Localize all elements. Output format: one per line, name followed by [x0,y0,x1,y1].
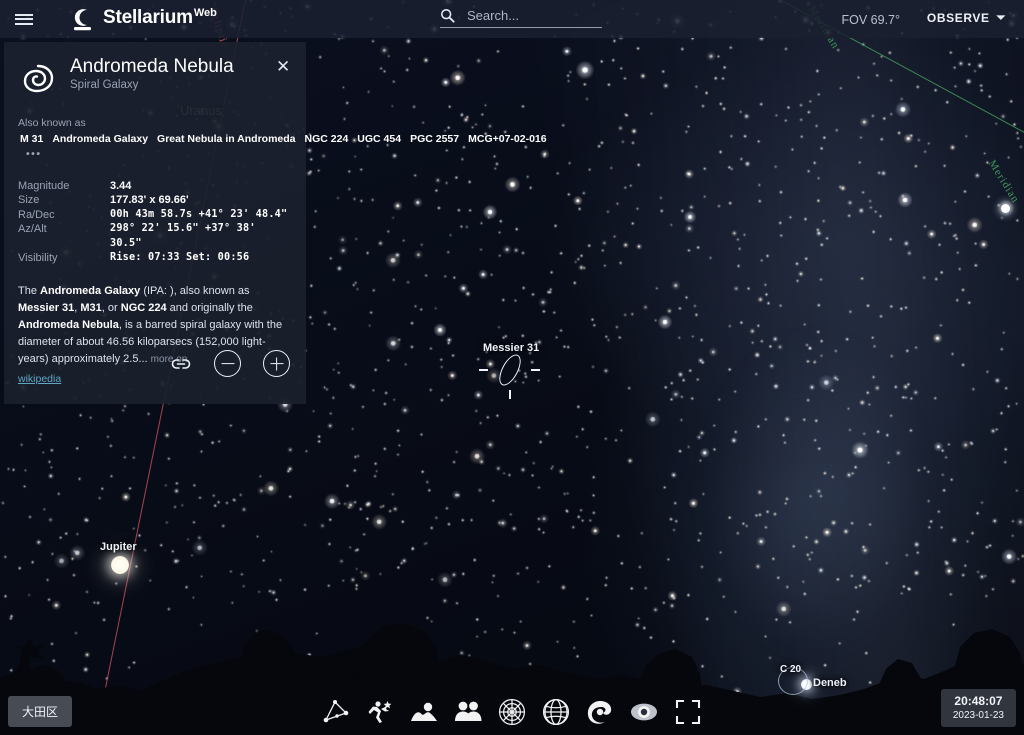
alias-list: M 31 Andromeda Galaxy Great Nebula in Andr… [18,133,554,145]
bright-star [1001,204,1010,213]
property-key: Ra/Dec [18,208,55,221]
search-input[interactable] [467,8,587,23]
spiral-galaxy-icon [23,64,54,93]
object-title: Andromeda Nebula [70,56,234,77]
alias-name: Andromeda Galaxy [52,132,149,145]
jupiter-body[interactable] [111,556,129,574]
datetime-button[interactable]: 20:48:07 2023-01-23 [940,689,1016,727]
wikipedia-link[interactable]: wikipedia [18,371,61,388]
alias-name: MCG+07-02-016 [468,132,547,145]
search-icon [440,8,455,23]
property-row: Az/Alt 298° 22' 15.6" +37° 38' 30.5" [18,222,292,251]
messier-31-marker[interactable] [478,340,540,400]
equatorial-grid-icon[interactable] [541,697,571,727]
property-row: Ra/Dec 00h 43m 58.7s +41° 23' 48.4" [18,208,292,223]
selection-tick-right [531,369,540,371]
top-toolbar: Stellarium Web FOV 69.7° OBSERVE ⏷ [0,0,1024,38]
link-icon[interactable] [170,353,192,375]
property-row: Size 177.83' x 69.66' [18,193,292,208]
property-value: Rise: 07:33 Set: 00:56 [110,252,250,264]
property-key: Visibility [18,252,58,265]
alias-name: UGC 454 [357,132,402,145]
panel-action-buttons [170,350,290,377]
selection-tick-bottom [509,390,511,399]
app-title-sup: Web [193,6,217,19]
property-key: Az/Alt [18,223,47,236]
app-logo[interactable]: Stellarium Web [70,7,217,32]
property-value: 00h 43m 58.7s +41° 23' 48.4" [110,208,288,220]
atmosphere-icon[interactable] [453,697,483,727]
hamburger-icon-bar [15,18,33,20]
chevron-down-icon: ⏷ [996,11,1006,24]
bottom-toolbar [0,689,1024,735]
property-value: 3.44 [110,179,132,192]
observe-dropdown-button[interactable]: OBSERVE ⏷ [927,11,1006,25]
also-known-as-label: Also known as [18,117,86,129]
eye-icon[interactable] [629,697,659,727]
alias-name: M 31 [20,132,44,145]
property-key: Magnitude [18,179,70,192]
location-button[interactable]: 大田区 [8,696,73,727]
alias-name: PGC 2557 [410,132,460,145]
zoom-out-button[interactable] [214,350,241,377]
field-of-view-label: FOV 69.7° [841,13,901,27]
galaxy-icon[interactable] [585,697,615,727]
current-date: 2023-01-23 [952,710,1004,721]
minus-icon [221,362,234,365]
search-bar[interactable] [440,8,602,28]
alias-name: Great Nebula in Andromeda [157,132,296,145]
property-value: 298° 22' 15.6" +37° 38' 30.5" [110,223,256,249]
hamburger-menu-button[interactable] [0,0,48,38]
hamburger-icon-bar [15,13,33,16]
galaxy-ellipse-icon [494,351,526,389]
plus-icon [275,357,278,370]
constellation-lines-icon[interactable] [321,697,351,727]
azimuthal-grid-icon[interactable] [497,697,527,727]
observe-label: OBSERVE [926,11,990,25]
app-title: Stellarium [103,6,193,28]
alias-name: NGC 224 [304,132,349,145]
panel-header: Andromeda Nebula Spiral Galaxy ✕ [18,56,292,98]
ellipsis-icon[interactable]: ••• [26,148,42,160]
also-known-as-row: Also known as M 31 Andromeda Galaxy Great … [18,116,547,163]
hamburger-icon-bar [15,22,33,25]
property-key: Size [18,194,40,207]
current-time: 20:48:07 [954,694,1003,708]
selection-tick-left [479,369,488,371]
moon-logo-icon [74,8,91,30]
fullscreen-icon[interactable] [673,697,703,727]
property-row: Magnitude 3.44 [18,179,292,194]
constellation-art-icon[interactable] [365,697,395,727]
close-icon[interactable]: ✕ [276,58,294,76]
property-row: Visibility Rise: 07:33 Set: 00:56 [18,251,292,266]
zoom-in-button[interactable] [263,350,290,377]
object-properties: Magnitude 3.44 Size 177.83' x 69.66' Ra/Dec 0… [18,179,292,267]
property-value: 177.83' x 69.66' [110,194,189,207]
object-type: Spiral Galaxy [70,79,139,91]
landscape-icon[interactable] [409,697,439,727]
stellarium-web-app: Ecliptic Meridian Meridian Messier 31 Ju… [0,0,1024,735]
